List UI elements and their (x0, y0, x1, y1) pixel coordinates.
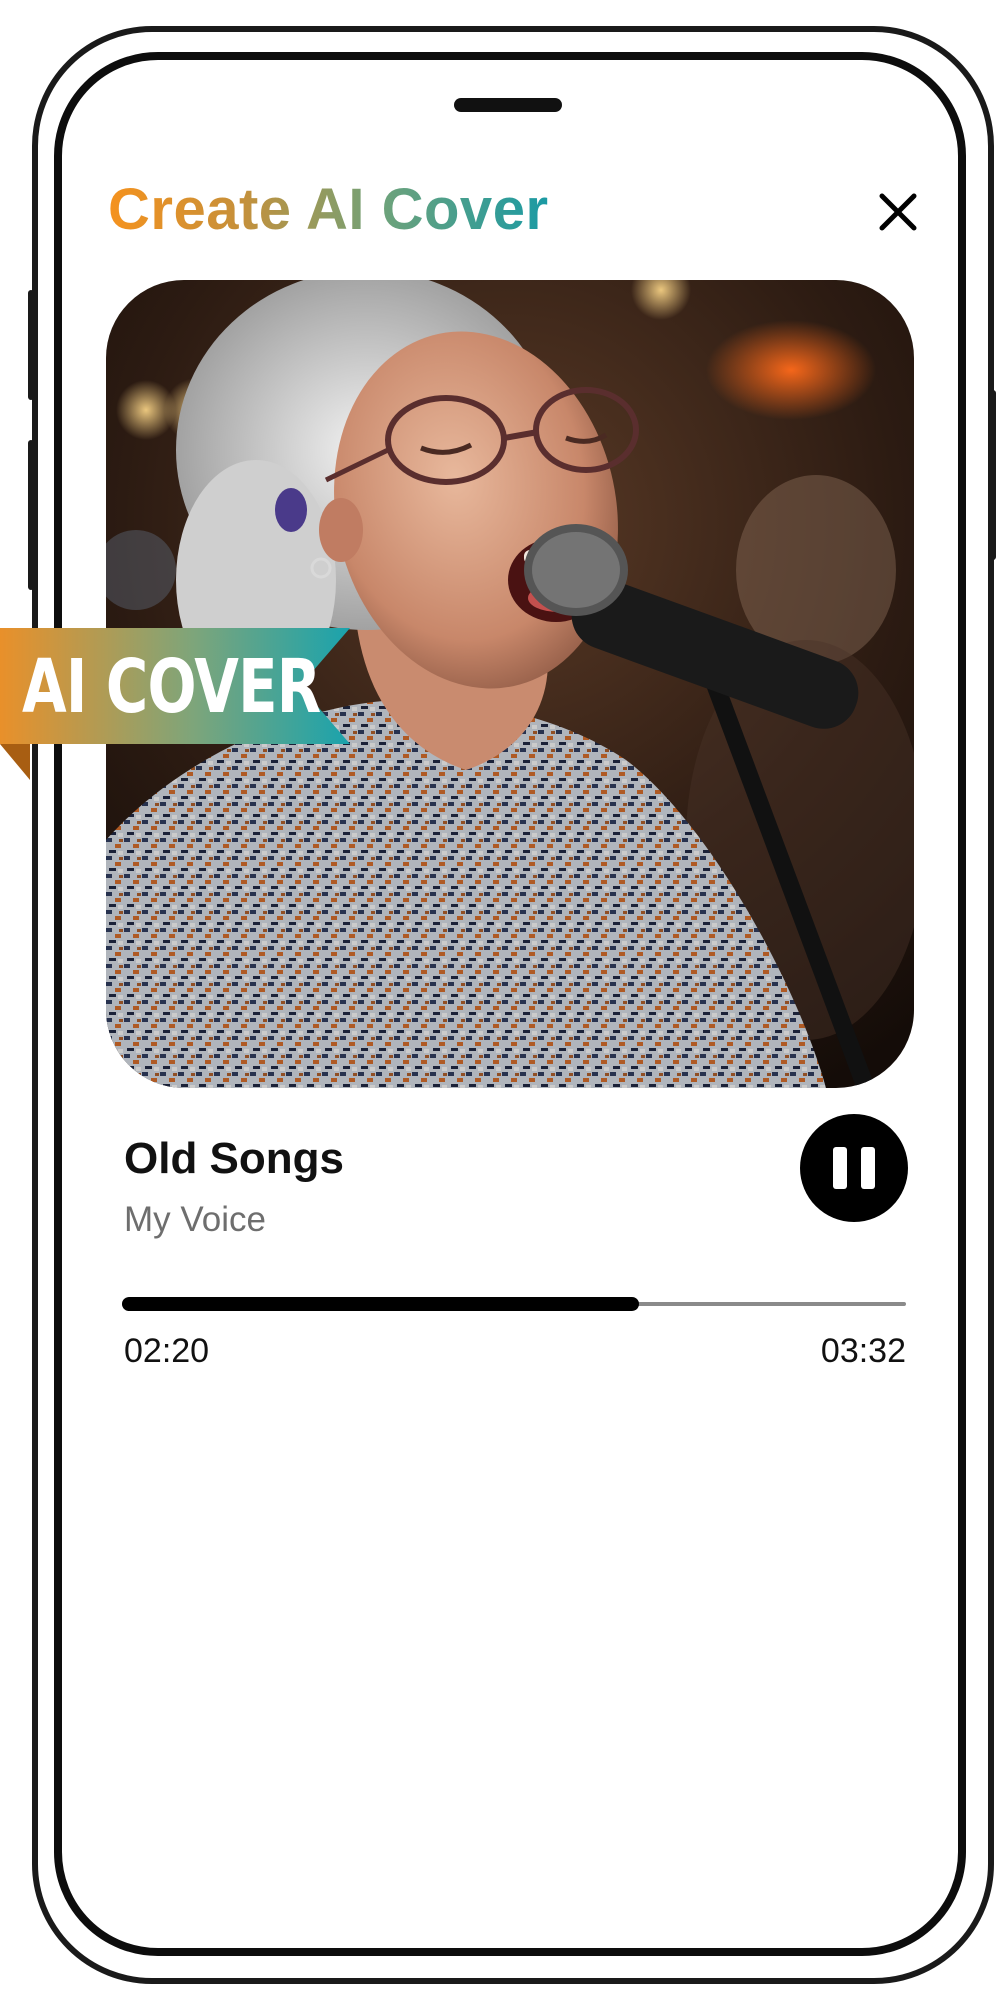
power-button (990, 390, 996, 560)
page-title: Create AI Cover (108, 177, 549, 242)
track-title: Old Songs (124, 1134, 344, 1183)
progress-bar[interactable] (122, 1297, 906, 1311)
volume-button (28, 440, 34, 590)
speaker-notch (454, 98, 562, 112)
volume-button (28, 290, 34, 400)
close-button[interactable] (876, 190, 920, 234)
progress-fill (122, 1297, 640, 1311)
elapsed-time: 02:20 (124, 1332, 210, 1370)
close-icon (879, 193, 917, 231)
track-subtitle: My Voice (124, 1200, 266, 1239)
pause-button[interactable] (800, 1114, 908, 1222)
total-duration: 03:32 (820, 1332, 906, 1370)
ai-cover-badge-text: AI COVER (22, 644, 321, 730)
